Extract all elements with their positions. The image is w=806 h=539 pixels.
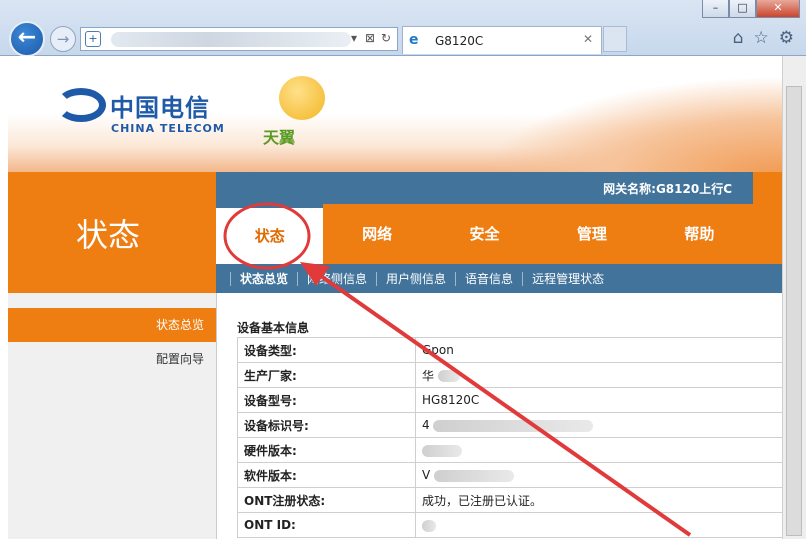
address-bar[interactable]: + ▾ ⊠ ↻: [80, 27, 398, 51]
tianyi-text: 天翼: [263, 128, 296, 147]
tab-network[interactable]: 网络: [323, 204, 430, 264]
main-content: 设备基本信息 设备类型: Gpon 生产厂家: 华 设备型号: HG8120C …: [216, 293, 782, 539]
tab-management[interactable]: 管理: [538, 204, 645, 264]
table-row: ONT ID:: [237, 512, 782, 538]
window-controls: – □ ✕: [702, 0, 800, 18]
row-key: 设备标识号:: [237, 412, 416, 438]
side-item-setup-wizard[interactable]: 配置向导: [8, 342, 216, 376]
side-item-status-overview[interactable]: 状态总览: [8, 308, 216, 342]
back-arrow-icon[interactable]: ←: [9, 21, 45, 57]
tab-status[interactable]: 状态: [216, 204, 324, 264]
device-info-table: 设备类型: Gpon 生产厂家: 华 设备型号: HG8120C 设备标识号: …: [237, 337, 782, 538]
subtab-remote-status[interactable]: 远程管理状态: [522, 271, 613, 286]
address-text-blurred: [111, 32, 351, 47]
page-header: 中国电信 CHINA TELECOM 天翼: [8, 56, 782, 176]
row-value: [415, 437, 782, 463]
logo-cn: 中国电信: [110, 94, 210, 122]
table-row: 软件版本: V: [237, 462, 782, 488]
tianyi-logo: 天翼: [261, 76, 351, 147]
table-row: 生产厂家: 华: [237, 362, 782, 388]
subtab-voice-info[interactable]: 语音信息: [455, 271, 522, 286]
home-icon[interactable]: ⌂: [733, 28, 744, 48]
row-value: 成功，已注册已认证。: [415, 487, 782, 513]
row-value: V: [415, 462, 782, 488]
row-value: Gpon: [415, 337, 782, 363]
row-value: 华: [415, 362, 782, 388]
page-viewport: 中国电信 CHINA TELECOM 天翼 状态 网关名称:G8120上行C 状…: [8, 56, 782, 539]
row-key: ONT ID:: [237, 512, 416, 538]
vertical-scrollbar[interactable]: [782, 56, 806, 539]
tab-security[interactable]: 安全: [431, 204, 538, 264]
star-icon[interactable]: ☆: [754, 28, 769, 48]
gateway-strip: 网关名称:G8120上行C: [216, 172, 782, 204]
dropdown-icon[interactable]: ▾: [351, 31, 357, 45]
shield-icon: +: [85, 31, 101, 47]
maximize-icon[interactable]: □: [729, 0, 756, 18]
side-menu: 状态总览 配置向导: [8, 293, 216, 539]
china-telecom-logo: 中国电信 CHINA TELECOM: [56, 86, 226, 136]
browser-toolbar: – □ ✕ ← → + ▾ ⊠ ↻ e G8120C ✕ ⌂ ☆ ⚙: [0, 0, 806, 57]
tab-title: G8120C: [435, 34, 484, 48]
minimize-icon[interactable]: –: [702, 0, 729, 18]
close-window-icon[interactable]: ✕: [756, 0, 800, 18]
refresh-icon[interactable]: ↻: [381, 31, 391, 45]
compat-icon[interactable]: ⊠: [365, 31, 375, 45]
main-nav: 状态 网络 安全 管理 帮助: [216, 204, 753, 264]
row-key: 软件版本:: [237, 462, 416, 488]
close-tab-icon[interactable]: ✕: [583, 32, 593, 46]
sub-nav: 状态总览 网络侧信息 用户侧信息 语音信息 远程管理状态: [216, 264, 782, 293]
row-value: [415, 512, 782, 538]
ie-icon: e: [409, 32, 419, 48]
section-heading: 状态: [76, 216, 141, 254]
row-key: 设备型号:: [237, 387, 416, 413]
row-key: ONT注册状态:: [237, 487, 416, 513]
tab-help[interactable]: 帮助: [646, 204, 753, 264]
device-info-title: 设备基本信息: [237, 321, 310, 335]
row-key: 生产厂家:: [237, 362, 416, 388]
telecom-mark-icon: [56, 88, 106, 122]
browser-tools: ⌂ ☆ ⚙: [733, 28, 794, 48]
subtab-user-info[interactable]: 用户侧信息: [376, 271, 455, 286]
row-key: 设备类型:: [237, 337, 416, 363]
section-heading-block: 状态: [8, 172, 216, 293]
tianyi-ball-icon: [279, 76, 325, 120]
table-row: 设备标识号: 4: [237, 412, 782, 438]
table-row: 设备类型: Gpon: [237, 337, 782, 363]
table-row: 设备型号: HG8120C: [237, 387, 782, 413]
gear-icon[interactable]: ⚙: [779, 28, 794, 48]
gateway-name: 网关名称:G8120上行C: [603, 182, 732, 196]
subtab-network-info[interactable]: 网络侧信息: [297, 271, 376, 286]
table-row: ONT注册状态: 成功，已注册已认证。: [237, 487, 782, 513]
subtab-status-overview[interactable]: 状态总览: [230, 271, 297, 286]
scrollbar-thumb[interactable]: [786, 86, 802, 536]
browser-tab[interactable]: e G8120C ✕: [402, 26, 602, 54]
new-tab-button[interactable]: [603, 26, 627, 52]
row-key: 硬件版本:: [237, 437, 416, 463]
row-value: 4: [415, 412, 782, 438]
forward-arrow-icon[interactable]: →: [50, 26, 76, 52]
logo-en: CHINA TELECOM: [111, 122, 225, 135]
header-swoosh: [482, 76, 782, 176]
table-row: 硬件版本:: [237, 437, 782, 463]
row-value: HG8120C: [415, 387, 782, 413]
